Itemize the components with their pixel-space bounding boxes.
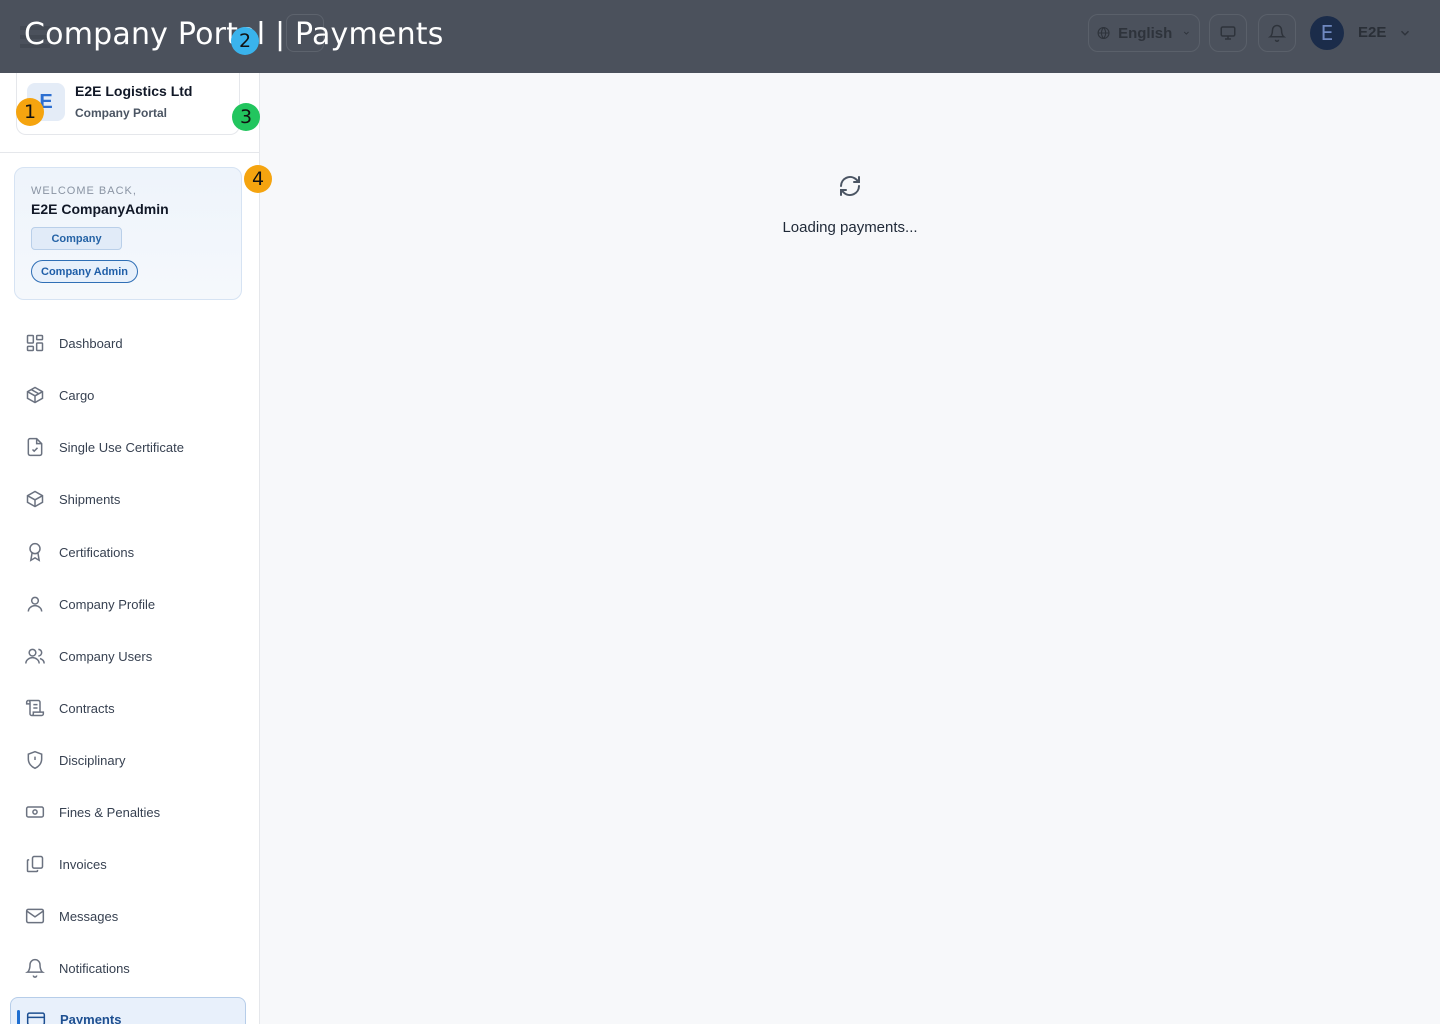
banknote-icon bbox=[25, 806, 45, 818]
credit-card-icon bbox=[26, 1012, 46, 1024]
sidebar-item-cargo[interactable]: Cargo bbox=[10, 373, 246, 417]
sidebar-item-label: Fines & Penalties bbox=[59, 804, 161, 820]
sidebar-item-label: Company Profile bbox=[59, 596, 156, 612]
sidebar-item-label: Single Use Certificate bbox=[59, 439, 184, 455]
loading-message: Loading payments... bbox=[782, 219, 918, 236]
package-icon bbox=[26, 490, 44, 508]
main-content: Loading payments... bbox=[260, 73, 1440, 1024]
language-selector[interactable]: English bbox=[1088, 14, 1200, 52]
user-icon bbox=[27, 596, 43, 612]
user-menu-chevron-down-icon[interactable] bbox=[1398, 26, 1412, 40]
chevron-down-icon bbox=[1184, 31, 1190, 35]
top-bar: Company Portal | Payments English E E2E bbox=[0, 0, 1440, 73]
company-subtitle: Company Portal bbox=[75, 106, 168, 120]
sidebar-item-label: Messages bbox=[59, 908, 119, 924]
language-label: English bbox=[1118, 24, 1173, 42]
mail-icon bbox=[25, 908, 45, 924]
sidebar-item-label: Contracts bbox=[59, 700, 115, 716]
box-icon bbox=[26, 386, 44, 404]
shield-alert-icon bbox=[27, 750, 43, 770]
welcome-label: WELCOME BACK, bbox=[31, 185, 137, 197]
welcome-user-name: E2E CompanyAdmin bbox=[31, 201, 169, 217]
sidebar-item-certifications[interactable]: Certifications bbox=[10, 530, 246, 574]
award-icon bbox=[29, 542, 41, 562]
active-indicator bbox=[17, 1010, 20, 1024]
sidebar-item-single-use-certificate[interactable]: Single Use Certificate bbox=[10, 425, 246, 469]
sidebar-item-dashboard[interactable]: Dashboard bbox=[10, 321, 246, 365]
users-icon bbox=[25, 648, 45, 664]
company-switcher[interactable]: E E2E Logistics Ltd Company Portal bbox=[16, 73, 240, 135]
sidebar-item-payments[interactable]: Payments bbox=[10, 997, 246, 1024]
marker-4: 4 bbox=[244, 165, 272, 193]
dashboard-icon bbox=[26, 334, 44, 352]
sidebar-item-messages[interactable]: Messages bbox=[10, 894, 246, 938]
welcome-card: WELCOME BACK, E2E CompanyAdmin Company C… bbox=[14, 167, 242, 300]
copy-icon bbox=[26, 855, 44, 873]
sidebar-item-label: Disciplinary bbox=[59, 752, 126, 768]
refresh-spinner-icon bbox=[840, 176, 860, 196]
sidebar-item-disciplinary[interactable]: Disciplinary bbox=[10, 738, 246, 782]
sidebar-item-invoices[interactable]: Invoices bbox=[10, 842, 246, 886]
bell-icon bbox=[25, 958, 45, 978]
company-name: E2E Logistics Ltd bbox=[75, 83, 193, 99]
sidebar-item-label: Certifications bbox=[59, 544, 135, 560]
sidebar-divider bbox=[0, 152, 259, 153]
display-mode-button[interactable] bbox=[1209, 14, 1247, 52]
sidebar-item-fines-penalties[interactable]: Fines & Penalties bbox=[10, 790, 246, 834]
marker-1: 1 bbox=[16, 98, 44, 126]
notifications-button[interactable] bbox=[1258, 14, 1296, 52]
sidebar-item-notifications[interactable]: Notifications bbox=[10, 946, 246, 990]
marker-3: 3 bbox=[232, 103, 260, 131]
avatar[interactable]: E bbox=[1310, 16, 1344, 50]
globe-icon bbox=[1097, 26, 1110, 40]
role-badge: Company Admin bbox=[31, 260, 138, 283]
sidebar-item-company-profile[interactable]: Company Profile bbox=[10, 582, 246, 626]
sidebar-item-label: Invoices bbox=[59, 856, 107, 872]
user-name[interactable]: E2E bbox=[1358, 24, 1386, 41]
sidebar-item-shipments[interactable]: Shipments bbox=[10, 477, 246, 521]
scroll-icon bbox=[25, 699, 45, 717]
sidebar-item-label: Payments bbox=[60, 1011, 122, 1024]
monitor-icon bbox=[1220, 26, 1236, 40]
bell-icon bbox=[1268, 24, 1286, 42]
file-check-icon bbox=[27, 437, 43, 457]
sidebar: E E2E Logistics Ltd Company Portal WELCO… bbox=[0, 73, 260, 1024]
sidebar-item-company-users[interactable]: Company Users bbox=[10, 634, 246, 678]
sidebar-item-contracts[interactable]: Contracts bbox=[10, 686, 246, 730]
sidebar-item-label: Shipments bbox=[59, 491, 121, 507]
sidebar-item-label: Dashboard bbox=[59, 335, 123, 351]
marker-2: 2 bbox=[231, 27, 259, 55]
sidebar-item-label: Notifications bbox=[59, 960, 130, 976]
sidebar-item-label: Company Users bbox=[59, 648, 153, 664]
account-type-badge: Company bbox=[31, 227, 122, 250]
sidebar-item-label: Cargo bbox=[59, 387, 95, 403]
